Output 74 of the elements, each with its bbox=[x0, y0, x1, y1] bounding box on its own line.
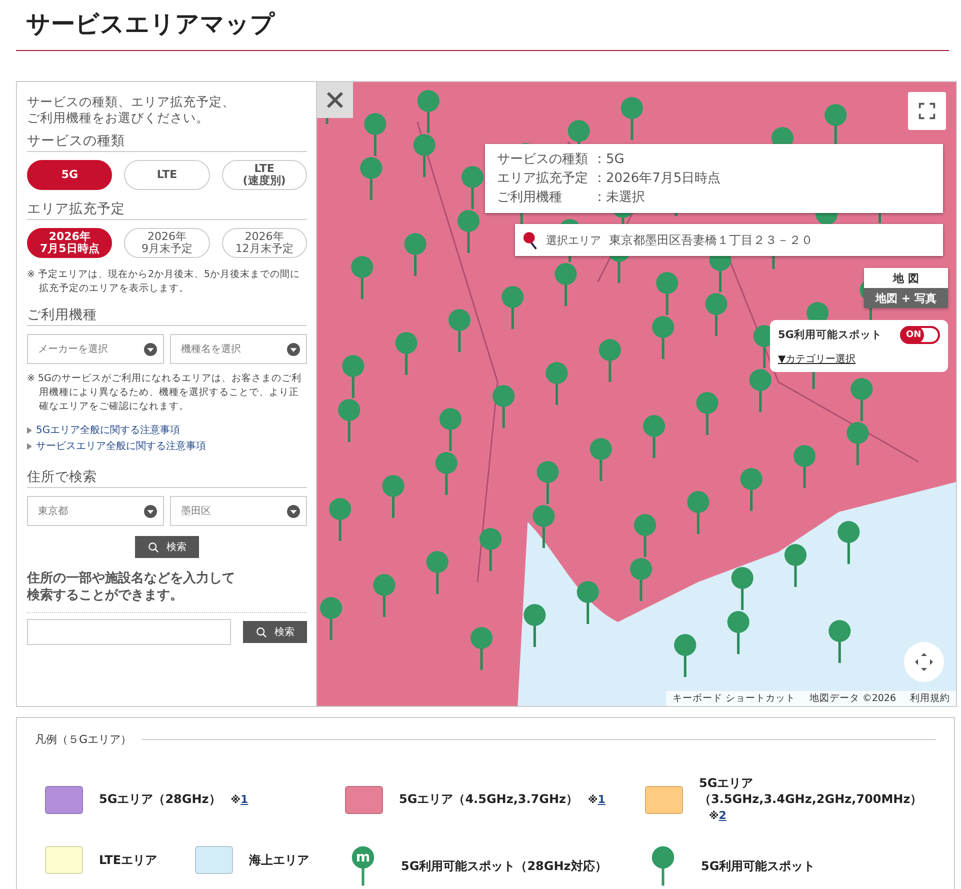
expansion-option[interactable]: 2026年 12月末予定 bbox=[222, 228, 307, 258]
map-footer-link[interactable]: 地図データ ©2026 bbox=[809, 692, 896, 705]
info-separator: ： bbox=[593, 151, 606, 169]
intro-text: サービスの種類、エリア拡充予定、 bbox=[27, 94, 236, 110]
legend-label: 5G利用可能スポット（28GHz対応） bbox=[401, 858, 607, 874]
info-value: 2026年7月5日時点 bbox=[606, 170, 721, 188]
note-mark: ※ bbox=[588, 795, 598, 806]
note-mark: ※ bbox=[709, 811, 719, 822]
info-label: エリア拡充予定 bbox=[497, 170, 589, 188]
search-icon bbox=[148, 542, 158, 552]
note-mark: ※ bbox=[230, 795, 241, 806]
spot-toggle[interactable]: ON bbox=[900, 326, 940, 344]
service-type-option[interactable]: LTE (速度別) bbox=[222, 160, 307, 190]
search-description: 住所の一部や施設名などを入力して bbox=[27, 570, 236, 587]
map-footer-link[interactable]: キーボード ショートカット bbox=[672, 692, 796, 705]
device-select[interactable]: 機種名を選択 bbox=[170, 334, 307, 364]
dropdown-icon bbox=[144, 342, 157, 356]
legend-label: 5Gエリア bbox=[699, 775, 754, 791]
info-value: 未選択 bbox=[606, 189, 645, 207]
fullscreen-button[interactable] bbox=[908, 92, 946, 130]
section-heading: 住所で検索 bbox=[27, 468, 307, 488]
category-link[interactable]: ▼カテゴリー選択 bbox=[778, 352, 940, 366]
search-description: 検索することができます。 bbox=[27, 587, 184, 604]
spot-label: 5G利用可能スポット bbox=[778, 328, 882, 342]
address-select[interactable]: 墨田区 bbox=[170, 496, 307, 526]
service-type-option[interactable]: 5G bbox=[27, 160, 112, 190]
map-type-button[interactable]: 地 図 bbox=[864, 268, 948, 288]
map-pin-icon bbox=[523, 230, 538, 250]
device-select[interactable]: メーカーを選択 bbox=[27, 334, 164, 364]
section-heading: エリア拡充予定 bbox=[27, 200, 307, 220]
address-select[interactable]: 東京都 bbox=[27, 496, 164, 526]
legend-label: （3.5GHz,3.4GHz,2GHz,700MHz） bbox=[699, 791, 922, 807]
section-heading: ご利用機種 bbox=[27, 306, 307, 326]
section-heading: サービスの種類 bbox=[27, 132, 307, 152]
fullscreen-icon bbox=[918, 102, 936, 120]
search-field[interactable] bbox=[27, 619, 231, 645]
map-type-button[interactable]: 地図 + 写真 bbox=[864, 288, 948, 308]
search-button[interactable]: 検索 bbox=[243, 621, 307, 643]
service-type-option[interactable]: LTE bbox=[124, 160, 210, 190]
info-separator: ： bbox=[593, 189, 606, 207]
notice-link[interactable]: 5Gエリア全般に関する注意事項 bbox=[36, 423, 180, 437]
page-title: サービスエリアマップ bbox=[16, 0, 949, 51]
search-icon bbox=[256, 626, 266, 638]
triangle-icon bbox=[27, 442, 32, 450]
info-label: サービスの種類 bbox=[497, 151, 589, 169]
intro-text: ご利用機種をお選びください。 bbox=[27, 110, 210, 126]
info-separator: ： bbox=[593, 170, 606, 188]
legend-label: 5Gエリア（4.5GHz,3.7GHz） bbox=[399, 792, 578, 806]
legend-label: LTEエリア bbox=[99, 852, 158, 868]
legend-label: 海上エリア bbox=[249, 852, 309, 868]
legend-label: 5G利用可能スポット bbox=[701, 858, 816, 874]
note-link[interactable]: 1 bbox=[240, 793, 248, 806]
note-link[interactable]: 2 bbox=[718, 809, 726, 822]
legend-title: 凡例（５Gエリア） bbox=[35, 732, 132, 747]
close-button[interactable] bbox=[317, 82, 353, 118]
triangle-icon bbox=[27, 426, 32, 434]
info-label: ご利用機種 bbox=[497, 189, 563, 207]
note-text: ※ 5Gのサービスがご利用になれるエリアは、お客さまのご利用機種により異なるため、機種を選択することで、より正確なエリアをご確認になれます。 bbox=[27, 372, 302, 414]
legend-label: 5Gエリア（28GHz） bbox=[99, 792, 221, 806]
note-text: ※ 予定エリアは、現在から2か月後末、5か月後末までの間に拡充予定のエリアを表示します。 bbox=[27, 268, 302, 296]
map-footer-link[interactable]: 利用規約 bbox=[910, 692, 950, 705]
dropdown-icon bbox=[287, 342, 300, 356]
dropdown-icon bbox=[287, 504, 300, 518]
close-icon bbox=[325, 90, 345, 110]
pan-icon bbox=[914, 652, 934, 672]
selected-area-value: 東京都墨田区吾妻橋１丁目２３－２０ bbox=[609, 232, 813, 248]
expansion-option[interactable]: 2026年 7月5日時点 bbox=[27, 228, 112, 258]
notice-link[interactable]: サービスエリア全般に関する注意事項 bbox=[36, 439, 206, 453]
selected-area-label: 選択エリア bbox=[546, 232, 601, 248]
note-link[interactable]: 1 bbox=[598, 793, 606, 806]
dropdown-icon bbox=[144, 504, 157, 518]
expansion-option[interactable]: 2026年 9月末予定 bbox=[124, 228, 210, 258]
search-button[interactable]: 検索 bbox=[135, 536, 199, 558]
info-value: 5G bbox=[606, 151, 624, 169]
